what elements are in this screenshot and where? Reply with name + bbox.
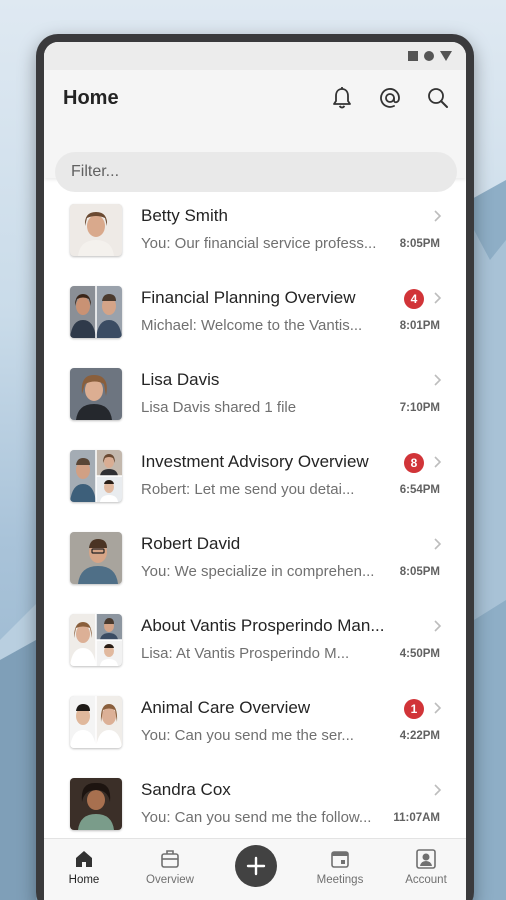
chevron-right-icon (434, 620, 442, 632)
chat-item-financial-planning[interactable]: Financial Planning Overview Michael: Wel… (44, 260, 466, 342)
page-title: Home (63, 87, 119, 109)
chat-time: 8:05PM (399, 566, 440, 578)
account-icon (390, 847, 462, 871)
avatar (70, 368, 122, 420)
chat-item-betty-smith[interactable]: Betty Smith You: Our financial service p… (44, 178, 466, 260)
chat-preview: You: We specialize in comprehen... (141, 563, 375, 580)
chat-title: About Vantis Prosperindo Man... (141, 616, 385, 635)
chat-time: 6:54PM (399, 484, 440, 496)
plus-icon (246, 856, 266, 876)
chat-list: Betty Smith You: Our financial service p… (44, 178, 466, 834)
chat-time: 8:05PM (399, 238, 440, 250)
calendar-icon (304, 847, 376, 871)
nav-meetings[interactable]: Meetings (304, 847, 376, 886)
chat-preview: Michael: Welcome to the Vantis... (141, 317, 363, 334)
chat-item-about-vantis[interactable]: About Vantis Prosperindo Man... Lisa: At… (44, 588, 466, 670)
chat-time: 4:50PM (399, 648, 440, 660)
chat-time: 8:01PM (399, 320, 440, 332)
chat-title: Animal Care Overview (141, 698, 311, 717)
chat-preview: You: Can you send me the follow... (141, 809, 372, 826)
new-chat-button[interactable] (235, 845, 277, 887)
chat-item-sandra-cox[interactable]: Sandra Cox You: Can you send me the foll… (44, 752, 466, 834)
chat-preview: Lisa Davis shared 1 file (141, 399, 297, 416)
unread-badge: 8 (404, 453, 424, 473)
chevron-right-icon (434, 538, 442, 550)
chat-item-robert-david[interactable]: Robert David You: We specialize in compr… (44, 506, 466, 588)
at-icon[interactable] (378, 86, 402, 110)
chat-preview: You: Can you send me the ser... (141, 727, 354, 744)
avatar (70, 204, 122, 256)
chevron-right-icon (434, 292, 442, 304)
status-bar (44, 42, 466, 70)
chat-title: Lisa Davis (141, 370, 220, 389)
chevron-right-icon (434, 374, 442, 386)
bottom-navigation: Home Overview Meetings Account (44, 838, 466, 900)
home-icon (48, 847, 120, 871)
chat-time: 7:10PM (399, 402, 440, 414)
chat-title: Investment Advisory Overview (141, 452, 369, 471)
nav-meetings-label: Meetings (316, 874, 364, 886)
bell-icon[interactable] (330, 86, 354, 110)
chat-title: Betty Smith (141, 206, 228, 225)
chat-title: Robert David (141, 534, 241, 553)
group-avatar (70, 286, 122, 338)
chat-item-investment-advisory[interactable]: Investment Advisory Overview Robert: Let… (44, 424, 466, 506)
avatar (70, 778, 122, 830)
chat-time: 4:22PM (399, 730, 440, 742)
home-dot-icon (424, 51, 434, 61)
chat-time: 11:07AM (393, 812, 440, 824)
chat-title: Sandra Cox (141, 780, 231, 799)
nav-account-label: Account (405, 874, 447, 886)
nav-overview[interactable]: Overview (134, 847, 206, 886)
nav-account[interactable]: Account (390, 847, 462, 886)
recents-icon (408, 51, 418, 61)
chat-preview: You: Our financial service profess... (141, 235, 377, 252)
chevron-right-icon (434, 456, 442, 468)
app-screen: Home Filter... Betty Smith You: Our fina… (44, 42, 466, 900)
chat-preview: Lisa: At Vantis Prosperindo M... (141, 645, 350, 662)
unread-badge: 4 (404, 289, 424, 309)
unread-badge: 1 (404, 699, 424, 719)
chat-item-animal-care[interactable]: Animal Care Overview You: Can you send m… (44, 670, 466, 752)
chevron-right-icon (434, 702, 442, 714)
briefcase-icon (134, 847, 206, 871)
chat-title: Financial Planning Overview (141, 288, 356, 307)
group-avatar (70, 614, 122, 666)
chat-preview: Robert: Let me send you detai... (141, 481, 355, 498)
search-icon[interactable] (426, 86, 450, 110)
chat-item-lisa-davis[interactable]: Lisa Davis Lisa Davis shared 1 file 7:10… (44, 342, 466, 424)
group-avatar (70, 450, 122, 502)
nav-home-label: Home (68, 874, 100, 886)
group-avatar (70, 696, 122, 748)
chevron-right-icon (434, 210, 442, 222)
avatar (70, 532, 122, 584)
nav-home[interactable]: Home (48, 847, 120, 886)
chevron-right-icon (434, 784, 442, 796)
app-header: Home Filter... (44, 70, 466, 192)
nav-overview-label: Overview (146, 874, 194, 886)
back-triangle-icon (440, 51, 452, 61)
